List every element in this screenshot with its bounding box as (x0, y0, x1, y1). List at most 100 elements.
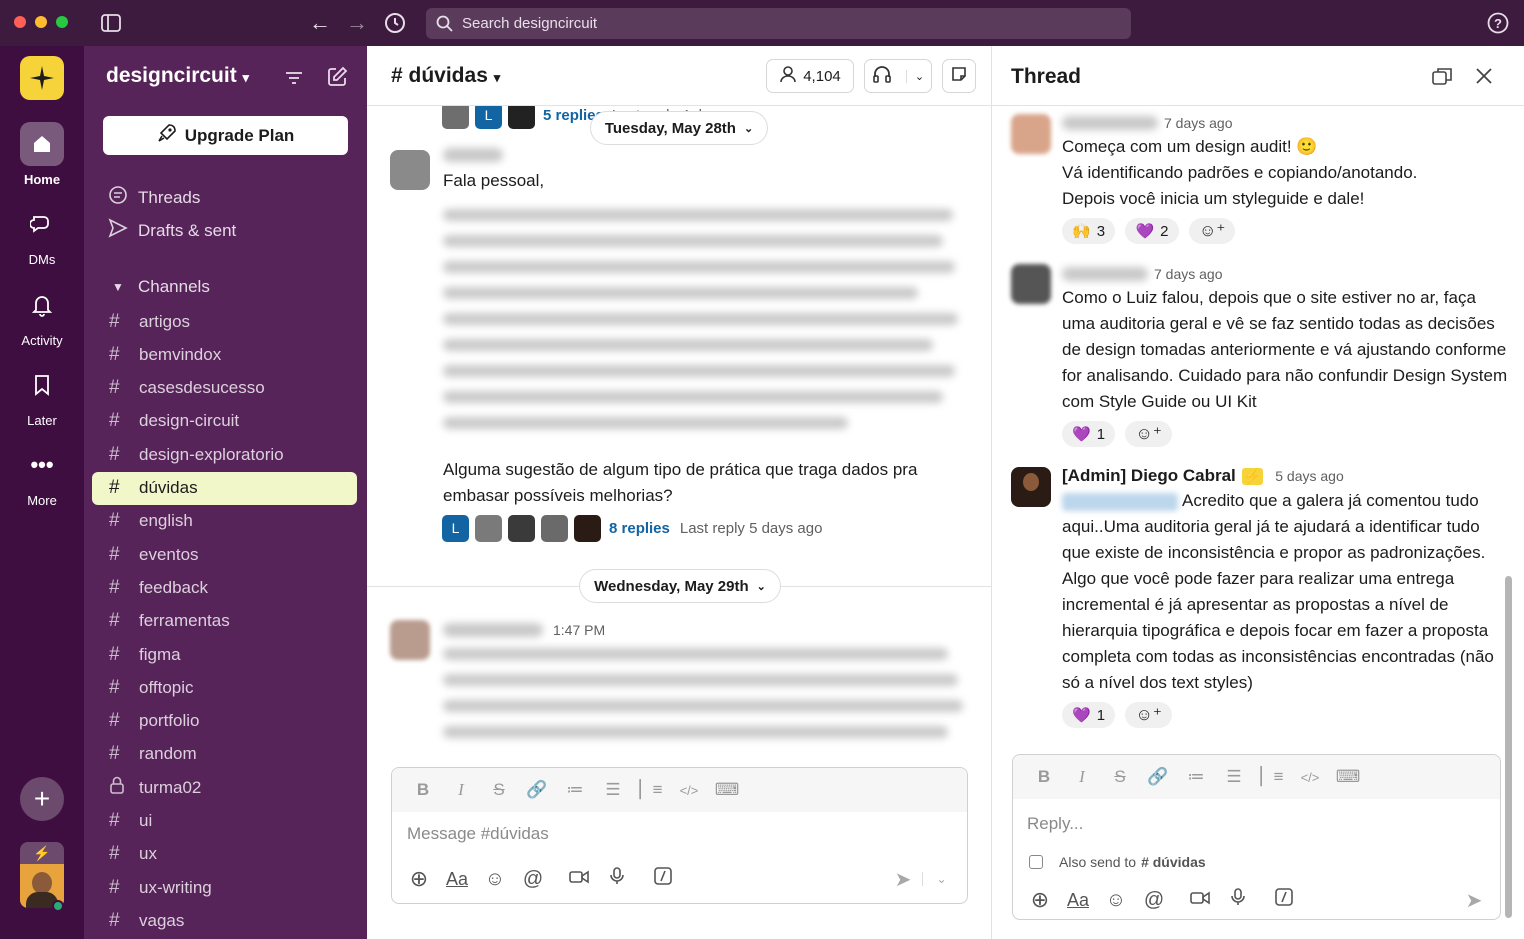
sidebar-channel-offtopic[interactable]: # offtopic (92, 671, 357, 704)
plus-icon[interactable]: ⊕ (1021, 887, 1059, 913)
plus-icon[interactable]: ⊕ (400, 866, 438, 892)
italic-icon[interactable]: I (442, 780, 480, 800)
italic-icon[interactable]: I (1063, 767, 1101, 787)
minimize-window-button[interactable] (35, 16, 47, 28)
sidebar-channel-turma02[interactable]: turma02 (92, 771, 357, 804)
channel-title[interactable]: # dúvidas ▾ (391, 64, 500, 88)
rail-home[interactable]: Home (0, 122, 84, 187)
sidebar-channel-eventos[interactable]: # eventos (92, 538, 357, 571)
strikethrough-icon[interactable]: S (1101, 767, 1139, 787)
zoom-window-button[interactable] (56, 16, 68, 28)
canvas-button[interactable] (942, 59, 976, 93)
code-block-icon[interactable]: ⌨ (1329, 767, 1367, 787)
search-input[interactable]: Search designcircuit (426, 8, 1131, 39)
open-in-window-icon[interactable] (1431, 65, 1453, 87)
text-format-icon[interactable]: Aa (438, 869, 476, 890)
composer-placeholder[interactable]: Message #dúvidas (407, 824, 549, 844)
also-send-option[interactable]: Also send to # dúvidas (1029, 854, 1206, 870)
bold-icon[interactable]: B (404, 780, 442, 800)
date-divider[interactable]: Tuesday, May 28th ⌄ (590, 111, 768, 145)
date-divider[interactable]: Wednesday, May 29th ⌄ (579, 569, 781, 603)
sidebar-channel-design-circuit[interactable]: # design-circuit (92, 405, 357, 438)
channels-section-header[interactable]: ▼ Channels (108, 277, 210, 297)
add-reaction-icon[interactable]: ☺⁺ (1125, 702, 1172, 728)
sidebar-channel-vagas[interactable]: # vagas (92, 904, 357, 937)
replies-link[interactable]: 8 replies (609, 520, 670, 537)
video-icon[interactable] (560, 868, 598, 891)
chevron-down-icon[interactable]: ⌄ (922, 872, 960, 886)
mention-icon[interactable]: @ (1135, 889, 1173, 912)
message-author[interactable]: [Admin] Diego Cabral (1062, 466, 1236, 486)
avatar[interactable] (390, 620, 430, 660)
send-icon[interactable]: ➤ (1455, 888, 1493, 913)
link-icon[interactable]: 🔗 (1139, 767, 1177, 787)
message-composer[interactable]: B I S 🔗 ≔ ☰ ▏≡ </> ⌨ Message #dúvidas ⊕ … (391, 767, 968, 904)
sidebar-channel-english[interactable]: # english (92, 505, 357, 538)
sidebar-channel-figma[interactable]: # figma (92, 638, 357, 671)
microphone-icon[interactable] (598, 867, 636, 891)
reply-composer[interactable]: B I S 🔗 ≔ ☰ ▏≡ </> ⌨ Reply... Also send … (1012, 754, 1501, 920)
compose-icon[interactable] (324, 64, 350, 90)
text-format-icon[interactable]: Aa (1059, 890, 1097, 911)
bulleted-list-icon[interactable]: ☰ (1215, 767, 1253, 787)
mention-icon[interactable]: @ (514, 868, 552, 891)
bold-icon[interactable]: B (1025, 767, 1063, 787)
scrollbar[interactable] (1505, 576, 1512, 918)
sidebar-toggle-icon[interactable] (100, 12, 122, 34)
sidebar-channel-bemvindox[interactable]: # bemvindox (92, 338, 357, 371)
blockquote-icon[interactable]: ▏≡ (1253, 767, 1291, 787)
back-arrow-icon[interactable]: ← (308, 10, 332, 35)
nav-threads[interactable]: Threads (108, 185, 200, 210)
numbered-list-icon[interactable]: ≔ (1177, 767, 1215, 787)
avatar[interactable] (1011, 467, 1051, 507)
workspace-logo[interactable] (20, 56, 64, 100)
thread-summary[interactable]: L 8 replies Last reply 5 days ago (442, 514, 822, 542)
sidebar-channel-ux-writing[interactable]: # ux-writing (92, 871, 357, 904)
sidebar-channel-portfolio[interactable]: # portfolio (92, 705, 357, 738)
avatar[interactable] (1011, 264, 1051, 304)
send-icon[interactable]: ➤ (884, 867, 922, 892)
reaction-purple-heart[interactable]: 💜 1 (1062, 702, 1116, 728)
help-icon[interactable]: ? (1486, 11, 1510, 35)
emoji-icon[interactable]: ☺ (476, 868, 514, 891)
sidebar-channel-feedback[interactable]: # feedback (92, 571, 357, 604)
bulleted-list-icon[interactable]: ☰ (594, 780, 632, 800)
sidebar-channel-ux[interactable]: # ux (92, 838, 357, 871)
slash-command-icon[interactable] (1265, 888, 1303, 912)
code-block-icon[interactable]: ⌨ (708, 780, 746, 800)
forward-arrow-icon[interactable]: → (345, 10, 369, 35)
rail-activity[interactable]: Activity (0, 283, 84, 348)
rail-dms[interactable]: DMs (0, 202, 84, 267)
close-window-button[interactable] (14, 16, 26, 28)
reaction-purple-heart[interactable]: 💜 2 (1125, 218, 1179, 244)
video-icon[interactable] (1181, 889, 1219, 912)
microphone-icon[interactable] (1219, 888, 1257, 912)
reaction-purple-heart[interactable]: 💜 1 (1062, 421, 1116, 447)
code-icon[interactable]: </> (670, 783, 708, 798)
workspace-name[interactable]: designcircuit ▾ (106, 64, 249, 88)
nav-drafts[interactable]: Drafts & sent (108, 218, 236, 243)
sidebar-channel-ui[interactable]: # ui (92, 805, 357, 838)
chevron-down-icon[interactable]: ⌄ (905, 69, 924, 83)
numbered-list-icon[interactable]: ≔ (556, 780, 594, 800)
member-count-button[interactable]: 4,104 (766, 59, 854, 93)
reaction-raised-hands[interactable]: 🙌 3 (1062, 218, 1116, 244)
sidebar-channel-casesdesucesso[interactable]: # casesdesucesso (92, 372, 357, 405)
reply-placeholder[interactable]: Reply... (1027, 814, 1083, 834)
slash-command-icon[interactable] (644, 867, 682, 891)
close-icon[interactable] (1473, 65, 1495, 87)
rail-later[interactable]: Later (0, 363, 84, 428)
sidebar-channel-dúvidas[interactable]: # dúvidas (92, 471, 357, 505)
add-reaction-icon[interactable]: ☺⁺ (1125, 421, 1172, 447)
add-workspace-plus-icon[interactable]: + (20, 777, 64, 821)
sidebar-channel-design-exploratorio[interactable]: # design-exploratorio (92, 438, 357, 471)
filter-icon[interactable] (282, 66, 306, 90)
avatar[interactable] (1011, 114, 1051, 154)
emoji-icon[interactable]: ☺ (1097, 889, 1135, 912)
rail-more[interactable]: ••• More (0, 443, 84, 508)
add-reaction-icon[interactable]: ☺⁺ (1188, 218, 1236, 244)
link-icon[interactable]: 🔗 (518, 780, 556, 800)
sidebar-channel-artigos[interactable]: # artigos (92, 305, 357, 338)
avatar[interactable] (390, 150, 430, 190)
history-icon[interactable] (383, 11, 407, 35)
